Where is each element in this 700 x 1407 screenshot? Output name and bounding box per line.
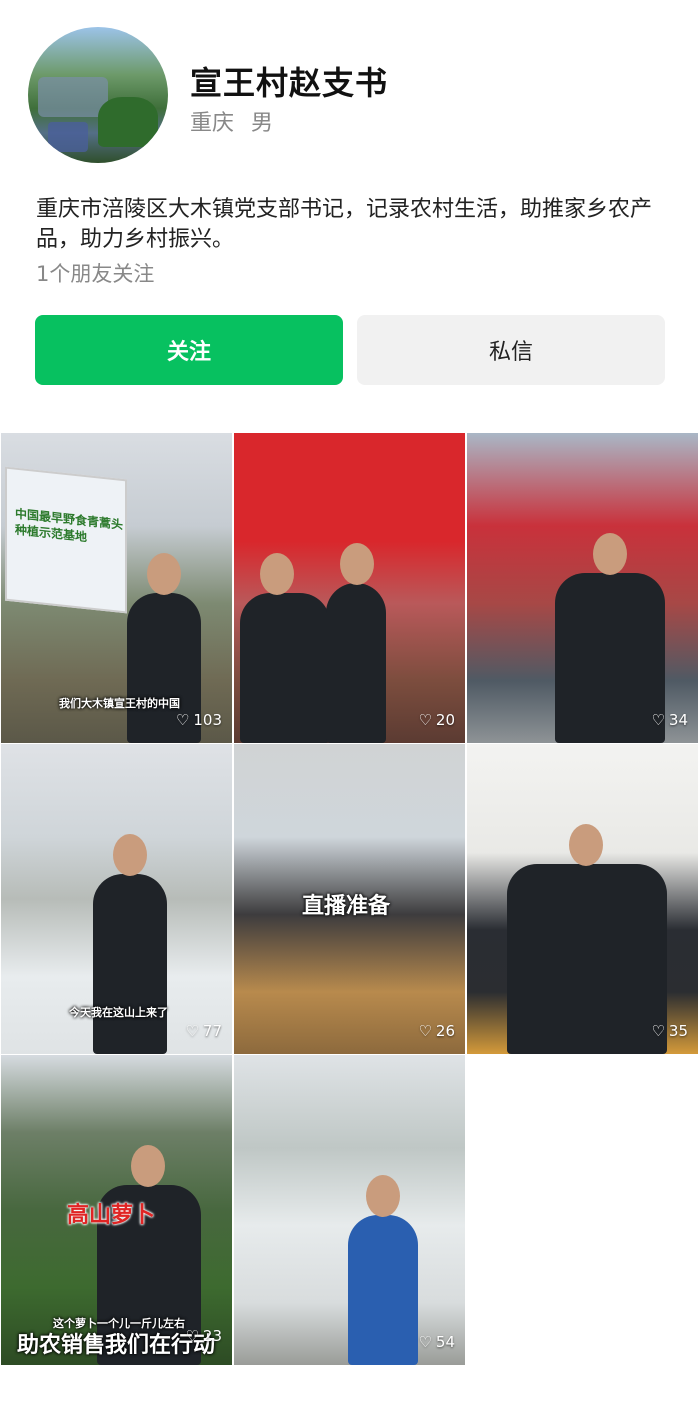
person — [93, 834, 167, 1054]
like-count: ♡ 35 — [651, 1022, 688, 1040]
like-number: 23 — [202, 1327, 222, 1345]
video-caption: 今天我在这山上来了 — [69, 1006, 168, 1019]
like-count: ♡ 54 — [418, 1333, 455, 1351]
video-title-overlay: 直播准备 — [302, 894, 391, 919]
like-number: 35 — [668, 1022, 688, 1040]
person — [555, 533, 665, 743]
video-thumbnail[interactable]: ♡ 54 — [234, 1055, 465, 1365]
person-head — [131, 1145, 165, 1187]
like-count: ♡ 103 — [176, 711, 222, 729]
person-head — [569, 824, 603, 866]
profile-name: 宣王村赵支书 — [190, 64, 389, 102]
like-number: 54 — [435, 1333, 455, 1351]
heart-icon: ♡ — [175, 711, 190, 729]
person-head — [340, 543, 374, 585]
person-head — [366, 1175, 400, 1217]
heart-icon: ♡ — [418, 711, 432, 729]
like-number: 34 — [668, 711, 688, 729]
heart-icon: ♡ — [651, 1022, 665, 1040]
person-head — [593, 533, 627, 575]
video-thumbnail[interactable]: 高山萝卜 这个萝卜一个儿一斤儿左右 助农销售我们在行动 ♡ 23 — [1, 1055, 232, 1365]
follow-button[interactable]: 关注 — [35, 315, 343, 385]
person — [507, 824, 667, 1054]
like-number: 77 — [202, 1022, 222, 1040]
video-thumbnail[interactable]: ♡ 35 — [467, 744, 698, 1054]
profile-meta: 重庆 男 — [190, 105, 283, 137]
person-head — [113, 834, 147, 876]
profile-bio: 重庆市涪陵区大木镇党支部书记，记录农村生活，助推家乡农产品，助力乡村振兴。 — [36, 197, 653, 252]
video-thumbnail[interactable]: 今天我在这山上来了 ♡ 77 — [1, 744, 232, 1054]
person — [240, 553, 330, 743]
like-number: 20 — [435, 711, 455, 729]
heart-icon: ♡ — [185, 1022, 199, 1040]
person — [348, 1175, 418, 1365]
video-thumbnail[interactable]: 中国最早野食青蒿头种植示范基地 我们大木镇宣王村的中国 ♡ 103 — [1, 433, 232, 743]
billboard-text: 中国最早野食青蒿头种植示范基地 — [15, 506, 124, 545]
avatar[interactable] — [28, 27, 168, 163]
person-head — [260, 553, 294, 595]
video-thumbnail[interactable]: 直播准备 ♡ 26 — [234, 744, 465, 1054]
like-count: ♡ 20 — [418, 711, 455, 729]
video-title-overlay: 高山萝卜 — [67, 1203, 156, 1228]
person-head — [147, 553, 181, 595]
like-count: ♡ 34 — [651, 711, 688, 729]
avatar-detail — [38, 77, 108, 117]
like-count: ♡ 23 — [185, 1327, 222, 1345]
profile-gender: 男 — [251, 111, 274, 136]
heart-icon: ♡ — [185, 1327, 199, 1345]
heart-icon: ♡ — [418, 1022, 432, 1040]
avatar-detail — [98, 97, 158, 147]
person — [326, 543, 386, 743]
like-count: ♡ 26 — [418, 1022, 455, 1040]
heart-icon: ♡ — [651, 711, 665, 729]
profile-header: 宣王村赵支书 重庆 男 重庆市涪陵区大木镇党支部书记，记录农村生活，助推家乡农产… — [0, 0, 700, 420]
message-button[interactable]: 私信 — [357, 315, 665, 385]
avatar-detail — [48, 122, 88, 152]
like-number: 26 — [435, 1022, 455, 1040]
video-thumbnail[interactable]: ♡ 20 — [234, 433, 465, 743]
profile-location: 重庆 — [190, 111, 235, 136]
video-thumbnail[interactable]: ♡ 34 — [467, 433, 698, 743]
billboard: 中国最早野食青蒿头种植示范基地 — [5, 466, 127, 614]
video-caption: 我们大木镇宣王村的中国 — [59, 697, 180, 710]
like-count: ♡ 77 — [185, 1022, 222, 1040]
like-number: 103 — [193, 711, 222, 729]
heart-icon: ♡ — [418, 1333, 432, 1351]
friends-following[interactable]: 1个朋友关注 — [36, 258, 154, 288]
